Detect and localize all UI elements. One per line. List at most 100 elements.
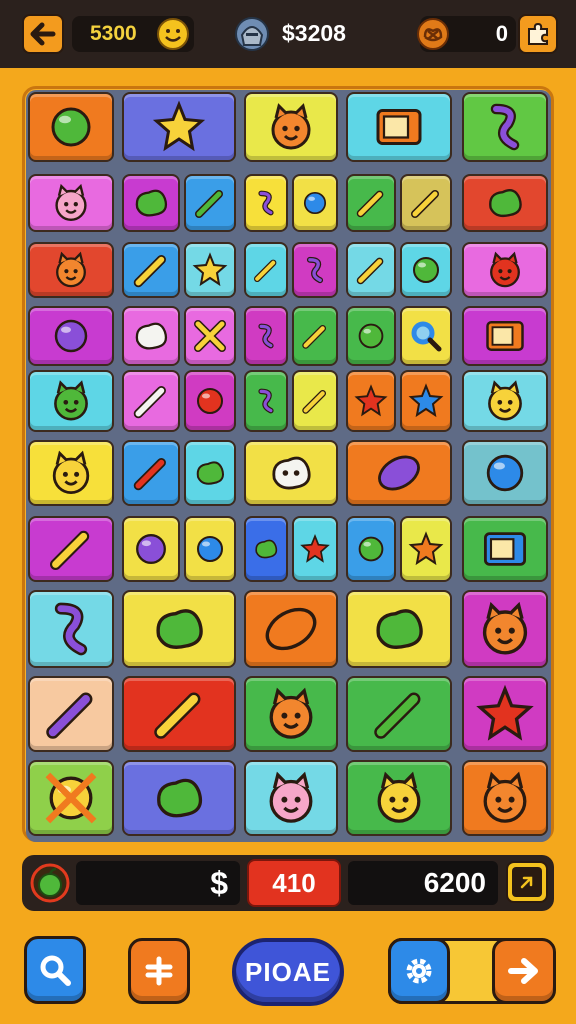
tile-cross[interactable] [184, 306, 236, 366]
tile-orange-cat[interactable] [244, 92, 338, 162]
tile-cone[interactable] [244, 242, 288, 298]
tile-hammer[interactable] [400, 174, 452, 232]
tile-orange-splat[interactable] [346, 370, 396, 432]
orange-cat-icon [56, 251, 86, 288]
tile-magnifier[interactable] [400, 306, 452, 366]
diagonal-arrow-icon [520, 876, 533, 889]
tile-red-cat[interactable] [462, 242, 548, 298]
play-button[interactable]: PIOAE [232, 938, 344, 1006]
pin-icon [356, 190, 384, 218]
tile-star[interactable] [184, 242, 236, 298]
tile-glyph[interactable] [244, 174, 288, 232]
next-button[interactable] [492, 938, 556, 1004]
pink-cat-icon [55, 183, 87, 221]
tile-crayon[interactable] [122, 242, 180, 298]
cone-icon [254, 259, 277, 282]
settings-button[interactable] [388, 938, 450, 1004]
tile-yellow-cat[interactable] [28, 440, 114, 506]
cross-icon [194, 320, 226, 352]
tile-green-urchin[interactable] [184, 440, 236, 506]
search-button[interactable] [24, 936, 86, 1004]
tile-spinning-top[interactable] [346, 306, 396, 366]
tile-red-balloon[interactable] [346, 516, 396, 582]
moves-counter: 410 [247, 859, 341, 907]
tile-plum[interactable] [122, 516, 180, 582]
puzzle-button[interactable] [518, 14, 558, 54]
tile-cloud[interactable] [122, 306, 180, 366]
tile-retro-tv[interactable] [346, 92, 452, 162]
tile-wand[interactable] [28, 516, 114, 582]
tile-dropper[interactable] [462, 440, 548, 506]
tile-red-feather[interactable] [122, 440, 180, 506]
tile-crate[interactable] [462, 306, 548, 366]
back-button[interactable] [22, 14, 64, 54]
corner-button[interactable] [506, 861, 548, 903]
tile-bone[interactable] [122, 370, 180, 432]
tile-pig[interactable] [244, 676, 338, 752]
tile-green-splat[interactable] [462, 676, 548, 752]
pencil-icon [356, 257, 384, 285]
tile-corn[interactable] [292, 370, 338, 432]
tile-yellow-pin[interactable] [346, 174, 396, 232]
tile-ghost[interactable] [244, 440, 338, 506]
tile-pink-pig[interactable] [244, 760, 338, 836]
tile-orange-blob[interactable] [122, 174, 180, 232]
tile-grape-ball[interactable] [400, 242, 452, 298]
tile-green-urchin-2[interactable] [244, 516, 288, 582]
green-blob-icon [157, 778, 203, 818]
tile-hook[interactable] [292, 242, 338, 298]
yellow-bear-icon [488, 380, 522, 421]
tile-green-blob[interactable] [122, 760, 236, 836]
tile-green-pen[interactable] [292, 306, 338, 366]
tile-bottle-brush[interactable] [122, 676, 236, 752]
tile-cat-face[interactable] [462, 590, 548, 668]
tile-x-ball[interactable] [28, 760, 114, 836]
pretzel-badge-icon [417, 18, 449, 50]
tile-stars[interactable] [122, 92, 236, 162]
tile-syringe[interactable] [28, 676, 114, 752]
tile-yellow-bear[interactable] [462, 370, 548, 432]
cat-face-icon [482, 601, 528, 655]
tile-map[interactable] [462, 516, 548, 582]
tile-swirl[interactable] [244, 370, 288, 432]
tile-green-bear[interactable] [28, 370, 114, 432]
tile-turtle[interactable] [122, 590, 236, 668]
tile-orange-cat-2[interactable] [28, 242, 114, 298]
cloud-icon [135, 322, 168, 350]
tile-pretzel[interactable] [244, 590, 338, 668]
crayon-icon [133, 255, 166, 288]
tile-green-slime[interactable] [462, 174, 548, 232]
tile-orange-sun[interactable] [400, 516, 452, 582]
crate-icon [486, 321, 524, 351]
bone-icon [133, 386, 166, 419]
tile-green-ice[interactable] [184, 174, 236, 232]
tile-football[interactable] [28, 92, 114, 162]
orange-cat-icon [271, 103, 311, 150]
green-apple-icon [30, 863, 70, 903]
tile-green-teapot[interactable] [462, 92, 548, 162]
retro-tv-icon [376, 109, 422, 145]
tomato-icon [54, 602, 88, 656]
tile-smile-jug[interactable] [346, 760, 452, 836]
tile-blue-drop[interactable] [292, 174, 338, 232]
tile-pencil[interactable] [346, 242, 396, 298]
tile-purple-ball[interactable] [28, 306, 114, 366]
tile-pink-cat[interactable] [28, 174, 114, 232]
feather-icon [133, 458, 166, 491]
balloon-icon [358, 536, 384, 562]
dropper-icon [486, 454, 524, 492]
ball-icon [413, 257, 439, 283]
tile-blue-star[interactable] [400, 370, 452, 432]
tile-turtle-2[interactable] [346, 590, 452, 668]
tile-red-star[interactable] [292, 516, 338, 582]
settings-toggle[interactable] [388, 938, 556, 1004]
add-button[interactable] [128, 938, 190, 1004]
tile-tomato[interactable] [28, 590, 114, 668]
tile-kite[interactable] [346, 440, 452, 506]
tile-brush-device[interactable] [346, 676, 452, 752]
tile-one[interactable] [244, 306, 288, 366]
tile-orange-bear[interactable] [462, 760, 548, 836]
tile-berries[interactable] [184, 516, 236, 582]
tile-red-ball[interactable] [184, 370, 236, 432]
coins-value: 5300 [90, 22, 137, 45]
